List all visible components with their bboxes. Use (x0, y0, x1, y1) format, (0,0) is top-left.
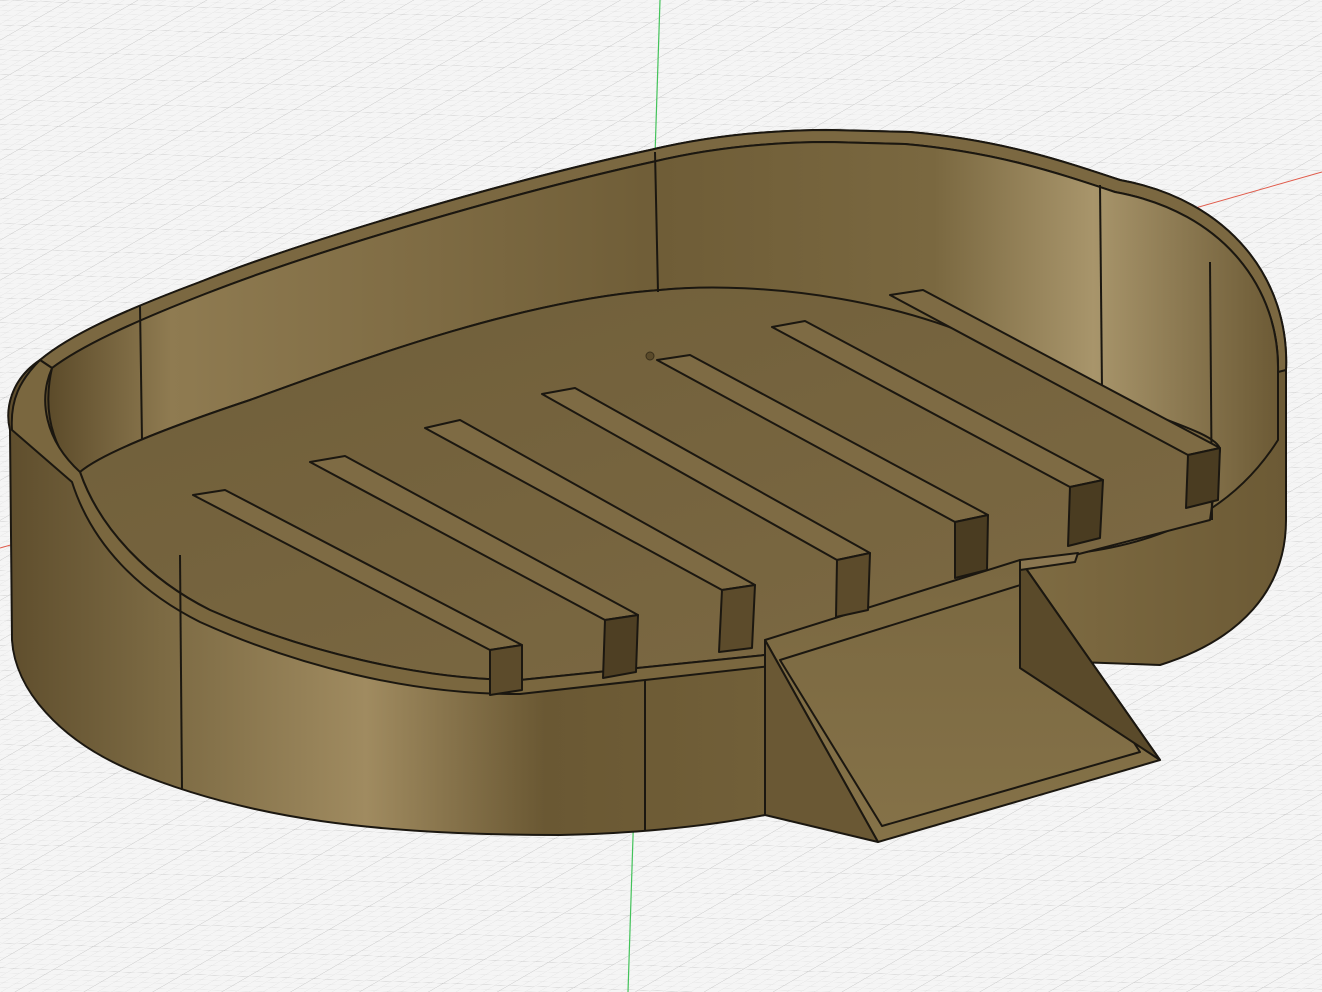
rib-side (954, 514, 989, 579)
canvas-3d-view[interactable] (0, 0, 1322, 992)
rib-side (489, 644, 523, 696)
design-viewport[interactable] (0, 0, 1322, 992)
rib-side (1185, 447, 1221, 509)
rib-side (718, 584, 756, 653)
rib-side (1067, 479, 1104, 547)
rib-side (835, 552, 871, 618)
origin-point-icon[interactable] (645, 351, 655, 361)
rib-side (602, 614, 639, 679)
